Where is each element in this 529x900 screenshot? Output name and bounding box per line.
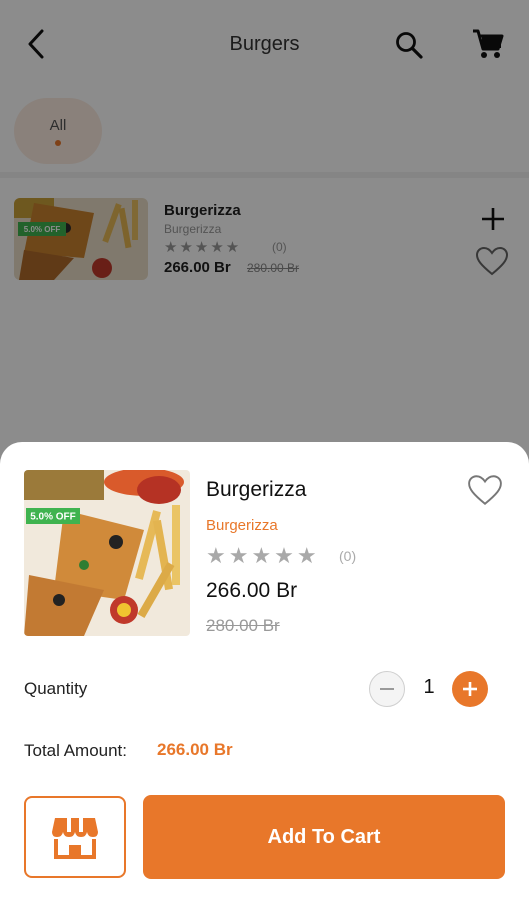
rating-count: (0) bbox=[339, 548, 357, 564]
heart-outline-icon bbox=[468, 475, 502, 505]
favorite-button[interactable] bbox=[464, 470, 506, 510]
store-button[interactable] bbox=[24, 796, 126, 878]
product-subtitle: Burgerizza bbox=[206, 517, 278, 534]
rating-stars: ★★★★★ bbox=[206, 543, 320, 568]
total-amount-value: 266.00 Br bbox=[157, 740, 233, 759]
plus-icon bbox=[463, 682, 477, 696]
decrease-quantity-button[interactable] bbox=[369, 671, 405, 707]
minus-icon bbox=[380, 688, 394, 690]
add-to-cart-button[interactable]: Add To Cart bbox=[143, 795, 505, 879]
quantity-label: Quantity bbox=[24, 679, 88, 698]
total-amount-label: Total Amount: bbox=[24, 741, 128, 760]
product-price: 266.00 Br bbox=[206, 579, 298, 602]
food-image: 5.0% OFF bbox=[24, 470, 190, 636]
discount-badge: 5.0% OFF bbox=[30, 512, 76, 523]
increase-quantity-button[interactable] bbox=[452, 671, 488, 707]
store-icon bbox=[52, 818, 98, 859]
product-bottom-sheet: 5.0% OFF Burgerizza Burgerizza ★★★★★ (0)… bbox=[0, 442, 529, 900]
product-image: 5.0% OFF bbox=[24, 470, 190, 636]
product-old-price: 280.00 Br bbox=[206, 616, 280, 635]
product-name: Burgerizza bbox=[206, 478, 307, 501]
quantity-value: 1 bbox=[423, 676, 435, 698]
